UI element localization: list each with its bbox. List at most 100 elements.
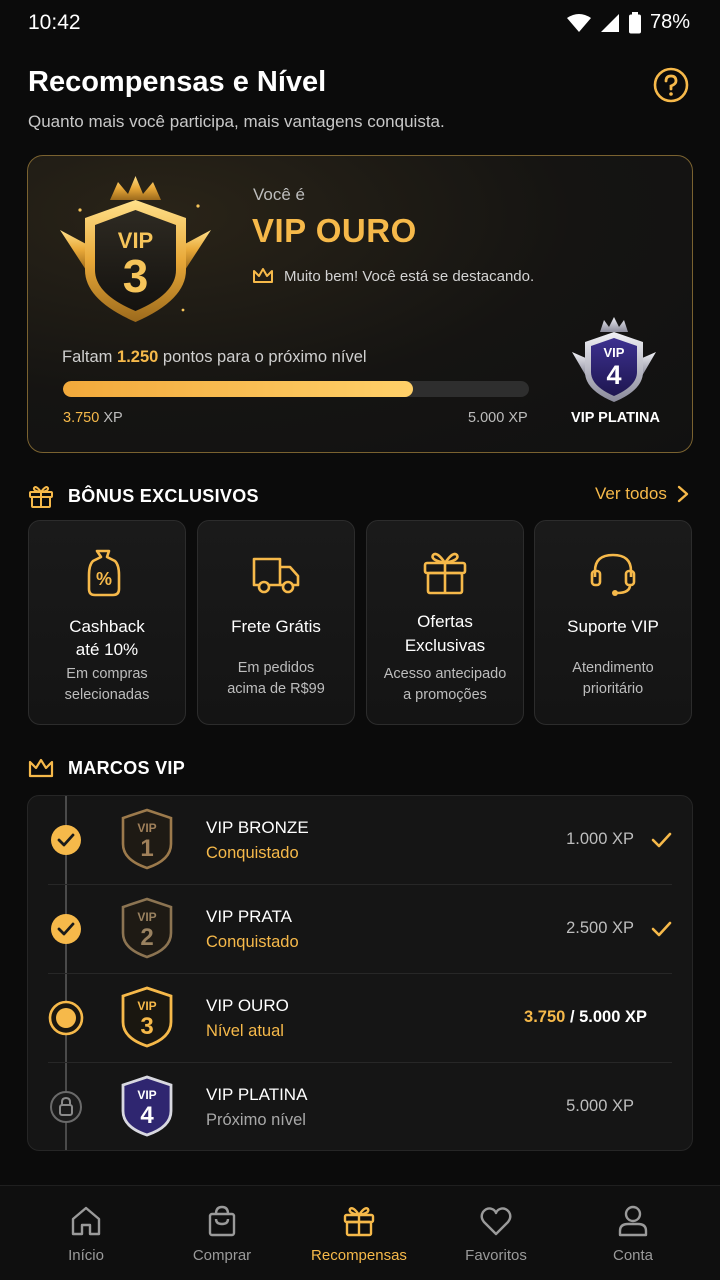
next-level-name: VIP PLATINA	[571, 410, 660, 426]
svg-text:4: 4	[140, 1102, 154, 1129]
bonus-title-line1: Cashback	[69, 617, 145, 636]
hero-message-row: Muito bem! Você está se destacando.	[252, 267, 534, 285]
milestone-row-gold: VIP 3 VIP OURO Nível atual 3.750 / 5.000…	[28, 974, 692, 1063]
checkmark-icon	[651, 832, 672, 848]
nav-item-comprar[interactable]: Comprar	[154, 1204, 290, 1264]
nav-label: Início	[68, 1247, 104, 1264]
milestone-status: Nível atual	[206, 1022, 284, 1040]
bonus-card-exclusive-offers[interactable]: Ofertas Exclusivas Acesso antecipado a p…	[366, 520, 524, 725]
milestone-name: VIP PLATINA	[206, 1085, 308, 1104]
bonus-section-title: BÔNUS EXCLUSIVOS	[68, 485, 259, 506]
status-icons: 78%	[566, 11, 690, 34]
status-time: 10:42	[28, 11, 81, 34]
svg-text:1: 1	[140, 835, 153, 862]
bonus-desc-line1: Acesso antecipado	[383, 666, 507, 682]
milestone-status: Conquistado	[206, 844, 299, 862]
xp-current-value: 3.750	[63, 410, 100, 426]
bonus-title-line1: Suporte VIP	[567, 617, 659, 636]
page-subtitle: Quanto mais você participa, mais vantage…	[28, 112, 445, 131]
bonus-card-free-shipping[interactable]: Frete Grátis Em pedidos acima de R$99	[197, 520, 355, 725]
status-bar: 10:42 78%	[0, 0, 720, 48]
vip-gold-badge-icon: VIP 3	[60, 176, 211, 322]
xp-current: 3.750 XP	[63, 410, 123, 426]
milestone-status: Conquistado	[206, 933, 299, 951]
milestone-name: VIP BRONZE	[206, 818, 309, 837]
milestone-xp-current: 3.750	[524, 1008, 566, 1026]
bonus-card-cashback[interactable]: % Cashback até 10% Em compras selecionad…	[28, 520, 186, 725]
shopping-bag-icon	[208, 1205, 236, 1237]
lock-icon	[50, 1091, 82, 1123]
milestone-row-silver: VIP 2 VIP PRATA Conquistado 2.500 XP	[28, 885, 692, 974]
vip-platinum-badge-icon: VIP 4	[121, 1075, 173, 1137]
battery-percent: 78%	[649, 11, 690, 33]
gift-icon	[29, 486, 53, 508]
heart-icon	[480, 1207, 512, 1236]
wifi-icon	[566, 13, 591, 32]
hero-message: Muito bem! Você está se destacando.	[284, 267, 535, 285]
next-badge-number: 4	[606, 360, 621, 390]
points-missing-value: 1.250	[117, 348, 159, 366]
vip-gold-badge-icon: VIP 3	[121, 986, 173, 1048]
bonus-section-header: BÔNUS EXCLUSIVOS	[28, 484, 259, 508]
milestone-row-bronze: VIP 1 VIP BRONZE Conquistado 1.000 XP	[28, 796, 692, 885]
bottom-navigation: Início Comprar Recompensas Favoritos Con…	[0, 1185, 720, 1280]
bonus-title-line2: Exclusivas	[404, 636, 486, 655]
milestone-row-platinum: VIP 4 VIP PLATINA Próximo nível 5.000 XP	[28, 1063, 692, 1152]
bonus-title-line1: Ofertas	[417, 612, 473, 631]
xp-max: 5.000 XP	[468, 410, 528, 426]
milestone-xp-target: / 5.000 XP	[569, 1008, 647, 1026]
chevron-right-icon	[677, 485, 689, 503]
checkmark-icon	[651, 921, 672, 937]
milestones-section-title: MARCOS VIP	[68, 757, 186, 778]
svg-text:VIP: VIP	[137, 1088, 156, 1102]
hero-badge-number: 3	[123, 250, 149, 302]
svg-text:3: 3	[140, 1013, 153, 1040]
bonus-desc-line2: a promoções	[403, 687, 487, 703]
bonus-title-line2: até 10%	[75, 640, 139, 659]
check-circle-icon	[51, 914, 81, 944]
svg-text:VIP: VIP	[137, 999, 156, 1013]
nav-label: Conta	[612, 1247, 654, 1264]
milestone-name: VIP OURO	[206, 996, 289, 1015]
vip-platinum-badge-icon: VIP 4	[572, 317, 656, 402]
bonus-card-vip-support[interactable]: Suporte VIP Atendimento prioritário	[534, 520, 692, 725]
bonus-desc-line2: prioritário	[582, 681, 644, 697]
svg-text:%: %	[96, 569, 112, 589]
user-icon	[618, 1205, 648, 1237]
milestone-status: Próximo nível	[206, 1111, 306, 1129]
current-level-dot-icon	[48, 1000, 84, 1036]
milestone-xp: 3.750 / 5.000 XP	[524, 1008, 647, 1027]
hero-you-are: Você é	[253, 185, 305, 204]
check-circle-icon	[51, 825, 81, 855]
page-title: Recompensas e Nível	[28, 66, 327, 98]
see-all-link[interactable]: Ver todos	[595, 484, 689, 504]
crown-icon	[28, 758, 54, 778]
nav-item-recompensas[interactable]: Recompensas	[291, 1204, 427, 1264]
milestone-xp: 1.000 XP	[566, 830, 634, 848]
milestone-xp: 2.500 XP	[566, 919, 634, 937]
headset-icon	[590, 553, 636, 596]
bonus-desc-line2: selecionadas	[64, 687, 150, 703]
help-icon[interactable]	[653, 67, 689, 103]
xp-progress-bar	[63, 381, 529, 397]
milestones-list: VIP 1 VIP BRONZE Conquistado 1.000 XP VI…	[27, 795, 693, 1151]
bonus-desc-line1: Em compras	[66, 666, 148, 682]
bonus-title-line1: Frete Grátis	[231, 617, 321, 636]
nav-label: Favoritos	[465, 1247, 527, 1264]
nav-item-conta[interactable]: Conta	[565, 1204, 701, 1264]
truck-icon	[252, 557, 300, 594]
svg-text:2: 2	[140, 924, 153, 951]
crown-icon	[253, 268, 273, 283]
svg-text:VIP: VIP	[137, 910, 156, 924]
bonus-desc-line1: Em pedidos	[237, 660, 315, 676]
points-missing-suffix: pontos para o próximo nível	[162, 348, 367, 366]
vip-bronze-badge-icon: VIP 1	[121, 808, 173, 870]
xp-progress-fill	[63, 381, 413, 397]
milestone-xp: 5.000 XP	[566, 1097, 634, 1115]
nav-item-favoritos[interactable]: Favoritos	[428, 1204, 564, 1264]
bonus-desc-line2: acima de R$99	[227, 681, 325, 697]
svg-text:VIP: VIP	[137, 821, 156, 835]
nav-item-inicio[interactable]: Início	[18, 1204, 154, 1264]
cashback-tag-icon: %	[87, 549, 121, 597]
xp-current-unit: XP	[103, 410, 123, 426]
